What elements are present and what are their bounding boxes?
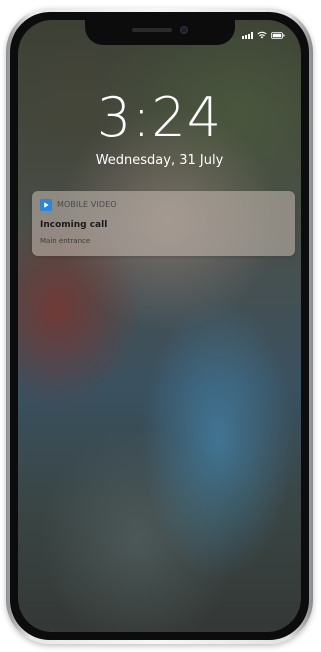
battery-icon — [271, 31, 285, 39]
notification-app-name: MOBILE VIDEO — [57, 200, 117, 209]
signal-bars-icon — [242, 31, 253, 39]
notification-body: Main entrance — [40, 237, 91, 245]
status-bar — [242, 30, 285, 40]
front-camera — [179, 26, 188, 34]
notification-header: MOBILE VIDEO — [40, 199, 117, 211]
phone-frame: 3:24 Wednesday, 31 July MOBILE VIDEO Inc… — [6, 8, 313, 644]
lock-screen-time: 3:24 — [96, 86, 223, 149]
lock-screen: 3:24 Wednesday, 31 July MOBILE VIDEO Inc… — [18, 20, 301, 632]
notch — [84, 20, 235, 45]
play-icon — [40, 199, 52, 211]
incoming-call-notification[interactable]: MOBILE VIDEO Incoming call Main entrance — [32, 191, 295, 256]
lock-screen-date: Wednesday, 31 July — [95, 153, 224, 168]
wifi-icon — [257, 31, 267, 39]
page: 3:24 Wednesday, 31 July MOBILE VIDEO Inc… — [0, 0, 321, 652]
phone-bezel: 3:24 Wednesday, 31 July MOBILE VIDEO Inc… — [10, 12, 309, 640]
notification-title: Incoming call — [40, 220, 108, 230]
earpiece-speaker — [131, 28, 172, 32]
